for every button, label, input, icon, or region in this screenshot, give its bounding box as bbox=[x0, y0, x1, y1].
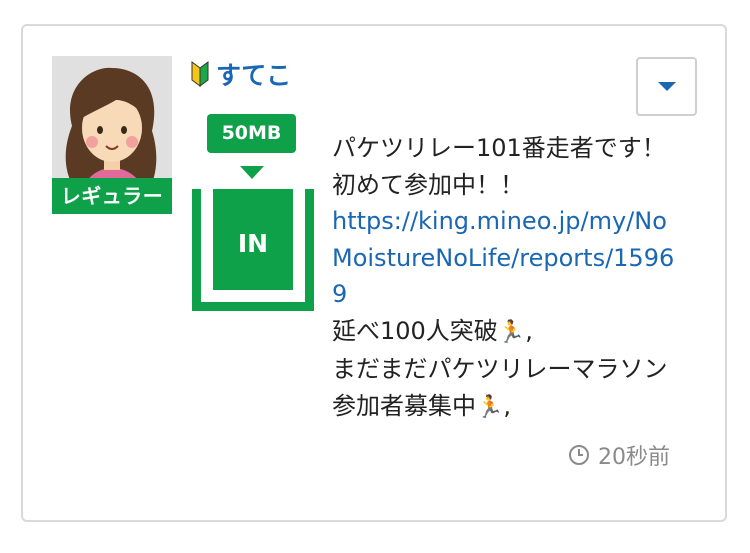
message-text: 延べ100人突破 bbox=[332, 316, 498, 345]
username-link[interactable]: すてこ bbox=[216, 56, 291, 92]
arrow-down-icon bbox=[240, 166, 264, 179]
message-punctuation: , bbox=[525, 316, 533, 345]
beginner-mark-icon bbox=[191, 61, 209, 87]
caret-down-icon bbox=[657, 82, 676, 91]
user-info: すてこ bbox=[190, 56, 291, 92]
message-line: 延べ100人突破🏃, bbox=[332, 313, 677, 352]
message-punctuation: , bbox=[503, 391, 512, 420]
report-link[interactable]: https://king.mineo.jp/my/NoMoistureNoLif… bbox=[332, 207, 674, 308]
runner-emoji: 🏃 bbox=[476, 394, 504, 420]
post-message: パケツリレー101番走者です！初めて参加中！！ https://king.min… bbox=[332, 130, 677, 426]
timestamp-text: 20秒前 bbox=[598, 445, 670, 470]
data-amount-badge: 50MB bbox=[207, 114, 296, 153]
clock-icon bbox=[569, 445, 589, 465]
runner-emoji: 🏃 bbox=[497, 319, 526, 345]
message-line: まだまだパケツリレーマラソン参加者募集中🏃, bbox=[332, 351, 677, 426]
message-text: パケツリレー101番走者です！初めて参加中！！ bbox=[332, 134, 666, 199]
in-label: IN bbox=[213, 189, 293, 290]
in-indicator: IN bbox=[192, 189, 314, 311]
post-timestamp: 20秒前 bbox=[568, 437, 670, 473]
rank-badge: レギュラー bbox=[52, 178, 172, 214]
post-menu-button[interactable] bbox=[636, 57, 697, 116]
